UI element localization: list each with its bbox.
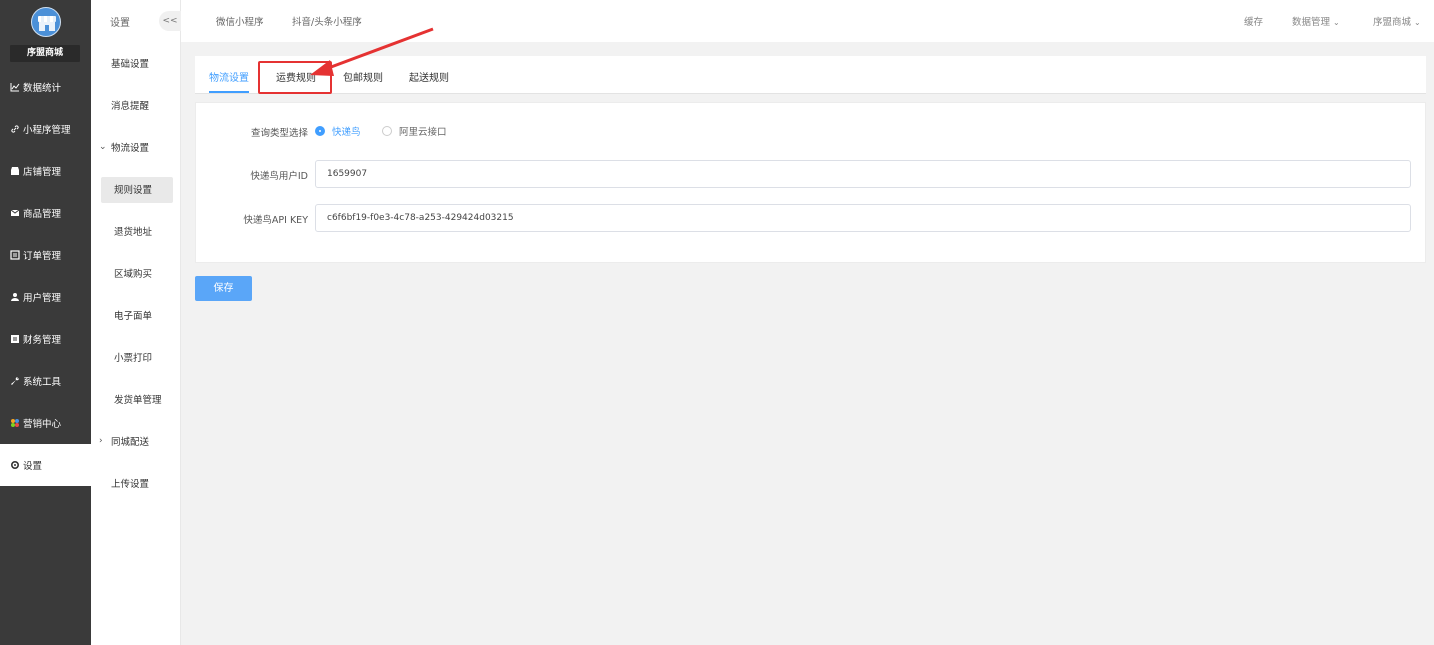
nav-item-store[interactable]: 店铺管理 xyxy=(0,150,91,192)
sub-item-rules[interactable]: 规则设置 xyxy=(91,168,180,210)
gear-icon xyxy=(9,460,20,471)
finance-icon xyxy=(9,334,20,345)
link-icon xyxy=(9,124,20,135)
sub-item-message[interactable]: 消息提醒 xyxy=(91,84,180,126)
nav-item-label: 系统工具 xyxy=(23,377,62,388)
sub-item-upload[interactable]: 上传设置 xyxy=(91,462,180,504)
user-icon xyxy=(9,292,20,303)
sub-item-label: 消息提醒 xyxy=(111,101,150,112)
sub-item-label: 退货地址 xyxy=(114,227,153,238)
logo-area: 序盟商城 xyxy=(0,0,91,66)
sub-item-label: 同城配送 xyxy=(111,437,150,448)
nav-item-goods[interactable]: 商品管理 xyxy=(0,192,91,234)
user-id-input[interactable]: 1659907 xyxy=(315,160,1411,188)
sub-item-basic[interactable]: 基础设置 xyxy=(91,42,180,84)
data-manage-label: 数据管理 xyxy=(1292,17,1331,28)
user-id-label: 快递鸟用户ID xyxy=(250,171,308,182)
nav-item-miniprogram[interactable]: 小程序管理 xyxy=(0,108,91,150)
sub-nav-header: 设置 << xyxy=(91,0,181,42)
sub-item-label: 物流设置 xyxy=(111,143,150,154)
collapse-button[interactable]: << xyxy=(159,11,181,31)
nav-item-label: 设置 xyxy=(23,461,43,472)
sub-item-label: 小票打印 xyxy=(114,353,153,364)
radio-kuaidiniao[interactable]: 快递鸟 xyxy=(315,124,361,138)
radio-dot xyxy=(315,126,325,136)
sub-item-region-purchase[interactable]: 区域购买 xyxy=(91,252,180,294)
annotation-arrow xyxy=(310,27,434,76)
radio-dot xyxy=(382,126,392,136)
active-tab-indicator xyxy=(209,91,249,93)
nav-item-users[interactable]: 用户管理 xyxy=(0,276,91,318)
store-dropdown-label: 序盟商城 xyxy=(1373,17,1412,28)
store-name: 序盟商城 xyxy=(10,45,80,62)
sub-item-label: 基础设置 xyxy=(111,59,150,70)
main-sidebar: 序盟商城 数据统计 小程序管理 店铺管理 商品管理 订单管理 用户管理 财务管理… xyxy=(0,0,91,645)
nav-item-orders[interactable]: 订单管理 xyxy=(0,234,91,276)
nav-item-label: 小程序管理 xyxy=(23,125,71,136)
chevron-down-icon: ⌄ xyxy=(1333,18,1340,27)
nav-item-label: 营销中心 xyxy=(23,419,62,430)
sub-group-city-delivery[interactable]: › 同城配送 xyxy=(91,420,180,462)
nav-item-marketing[interactable]: 营销中心 xyxy=(0,402,91,444)
api-key-input[interactable]: c6f6bf19-f0e3-4c78-a253-429424d03215 xyxy=(315,204,1411,232)
sub-item-label: 区域购买 xyxy=(114,269,153,280)
chevron-right-icon: › xyxy=(99,436,103,446)
chevron-down-icon: ⌄ xyxy=(99,142,107,152)
radio-label: 阿里云接口 xyxy=(399,127,447,138)
sub-item-e-waybill[interactable]: 电子面单 xyxy=(91,294,180,336)
query-type-label: 查询类型选择 xyxy=(250,128,308,139)
nav-item-label: 用户管理 xyxy=(23,293,62,304)
radio-aliyun[interactable]: 阿里云接口 xyxy=(382,124,447,138)
logistics-form: 查询类型选择 快递鸟 阿里云接口 快递鸟用户ID 1659907 快递鸟API … xyxy=(195,102,1426,263)
save-button[interactable]: 保存 xyxy=(195,276,252,301)
sub-item-invoice-manage[interactable]: 发货单管理 xyxy=(91,378,180,420)
sub-item-receipt-print[interactable]: 小票打印 xyxy=(91,336,180,378)
wrench-icon xyxy=(9,376,20,387)
settings-sidebar: 设置 << 基础设置 消息提醒 ⌄ 物流设置 规则设置 退货地址 区域购买 电子面… xyxy=(91,0,181,645)
nav-item-label: 财务管理 xyxy=(23,335,62,346)
store-icon xyxy=(9,166,20,177)
nav-item-data-stats[interactable]: 数据统计 xyxy=(0,66,91,108)
nav-item-label: 数据统计 xyxy=(23,83,62,94)
cache-link[interactable]: 缓存 xyxy=(1244,14,1263,28)
sub-item-return-address[interactable]: 退货地址 xyxy=(91,210,180,252)
sub-item-label: 上传设置 xyxy=(111,479,150,490)
nav-item-label: 商品管理 xyxy=(23,209,62,220)
sub-item-label: 规则设置 xyxy=(114,185,153,196)
tab-logistics[interactable]: 物流设置 xyxy=(209,69,249,84)
nav-item-tools[interactable]: 系统工具 xyxy=(0,360,91,402)
data-manage-dropdown[interactable]: 数据管理 ⌄ xyxy=(1292,14,1340,28)
api-key-label: 快递鸟API KEY xyxy=(243,215,308,226)
sub-nav-title: 设置 xyxy=(110,18,130,29)
mail-icon xyxy=(9,208,20,219)
sub-item-label: 发货单管理 xyxy=(114,395,162,406)
list-icon xyxy=(9,250,20,261)
nav-item-finance[interactable]: 财务管理 xyxy=(0,318,91,360)
store-dropdown[interactable]: 序盟商城 ⌄ xyxy=(1373,14,1421,28)
nav-item-label: 订单管理 xyxy=(23,251,62,262)
marketing-icon xyxy=(9,418,20,429)
nav-item-label: 店铺管理 xyxy=(23,167,62,178)
sub-item-label: 电子面单 xyxy=(114,311,153,322)
top-link-wechat[interactable]: 微信小程序 xyxy=(216,14,264,28)
sub-group-logistics[interactable]: ⌄ 物流设置 xyxy=(91,126,180,168)
chart-icon xyxy=(9,82,20,93)
store-logo xyxy=(31,7,61,37)
chevron-down-icon: ⌄ xyxy=(1414,18,1421,27)
radio-label: 快递鸟 xyxy=(332,127,361,138)
nav-item-settings[interactable]: 设置 xyxy=(0,444,91,486)
